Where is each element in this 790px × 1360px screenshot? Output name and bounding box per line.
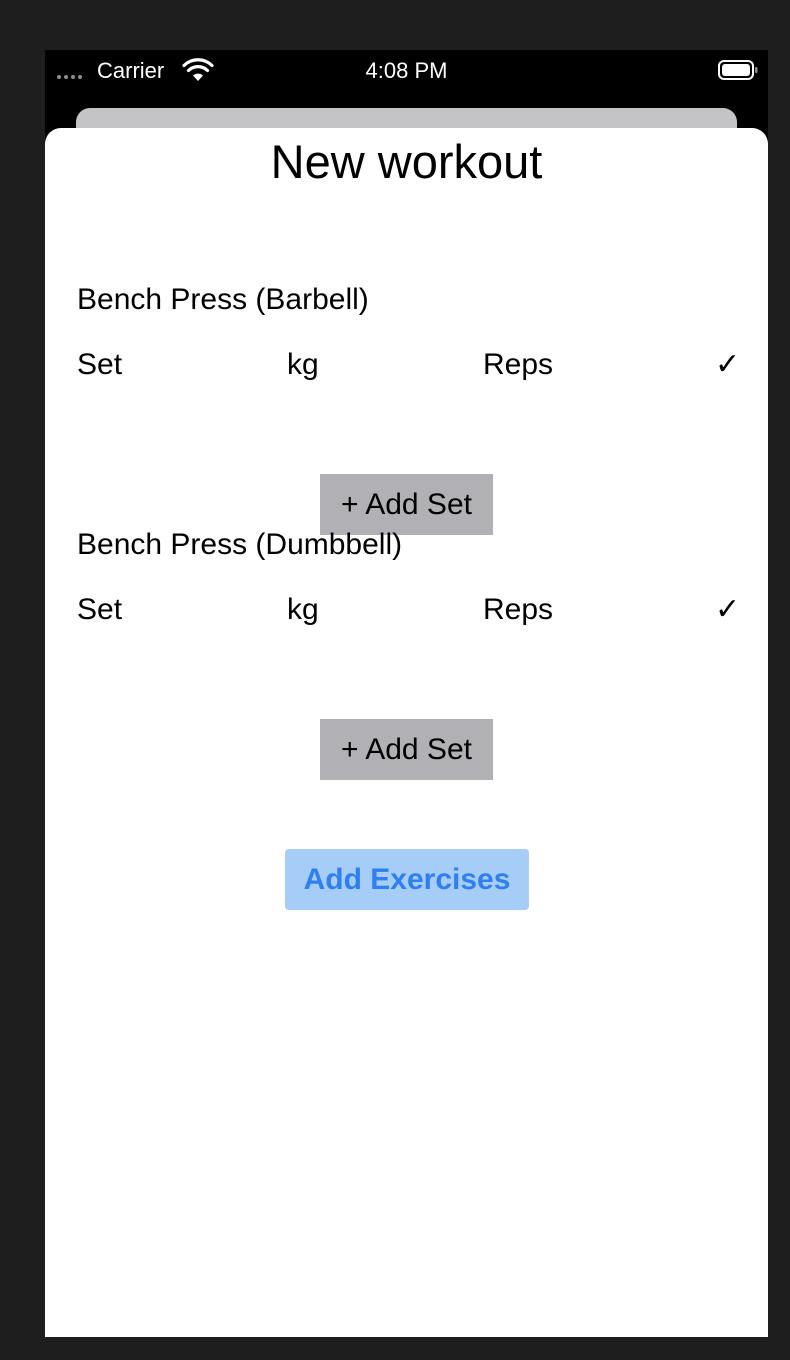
phone-screen: Carrier 4:08 PM New workout Bench Press …: [45, 50, 768, 1337]
column-kg-header: kg: [287, 348, 319, 381]
status-time: 4:08 PM: [365, 58, 448, 83]
add-set-button[interactable]: + Add Set: [320, 719, 493, 780]
checkmark-icon: ✓: [715, 348, 741, 381]
battery-icon: [718, 60, 758, 80]
exercise-name: Bench Press (Barbell): [77, 283, 369, 316]
exercise-name: Bench Press (Dumbbell): [77, 528, 403, 561]
add-exercises-button[interactable]: Add Exercises: [285, 849, 529, 910]
new-workout-sheet: New workout Bench Press (Barbell) Set kg…: [45, 128, 768, 1337]
column-kg-header: kg: [287, 593, 319, 626]
checkmark-icon: ✓: [715, 593, 741, 626]
status-bar: Carrier 4:08 PM: [45, 50, 768, 92]
sheet-title: New workout: [270, 135, 543, 188]
column-set-header: Set: [77, 593, 123, 626]
add-set-button[interactable]: + Add Set: [320, 474, 493, 535]
column-set-header: Set: [77, 348, 123, 381]
column-reps-header: Reps: [483, 593, 554, 626]
column-reps-header: Reps: [483, 348, 554, 381]
